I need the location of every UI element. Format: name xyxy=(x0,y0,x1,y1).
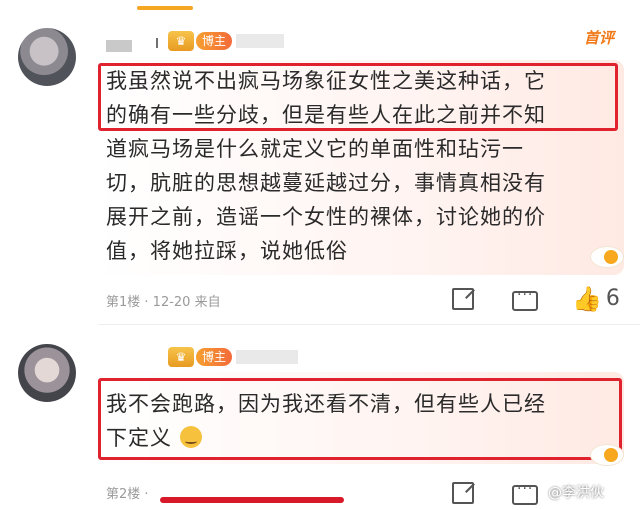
comment-line: 我不会跑路，因为我还看不清，但有些人已经 xyxy=(106,392,546,416)
watermark: @李洪伙 xyxy=(548,485,604,501)
share-icon[interactable] xyxy=(450,288,476,310)
sad-face-icon xyxy=(179,426,202,448)
reply-icon[interactable] xyxy=(512,287,538,312)
nickname-blur xyxy=(236,34,284,48)
crown-icon: ♛ xyxy=(168,31,194,51)
red-underline-mark xyxy=(160,497,344,503)
avatar[interactable] xyxy=(18,28,76,86)
like-count: 6 xyxy=(605,286,620,311)
comment-line: 下定义 xyxy=(106,426,172,450)
comment-line: 切，肮脏的思想越蔓延越过分，事情真相没有 xyxy=(106,171,546,195)
active-tab-underline xyxy=(137,6,193,10)
username-blur xyxy=(156,38,158,48)
badge-label: 博主 xyxy=(196,348,233,366)
comment-body: 我虽然说不出疯马场象征女性之美这种话，它 的确有一些分歧，但是有些人在此之前并不… xyxy=(106,64,626,268)
top-comment-label: 首评 xyxy=(583,29,614,47)
badge-label: 博主 xyxy=(196,32,233,50)
divider xyxy=(98,324,640,325)
author-badge: ♛ 博主 xyxy=(168,31,238,51)
avatar[interactable] xyxy=(18,344,76,402)
author-badge: ♛ 博主 xyxy=(168,347,238,367)
crown-icon: ♛ xyxy=(168,347,194,367)
comment-line: 展开之前，造谣一个女性的裸体，讨论她的价 xyxy=(106,205,546,229)
like-button[interactable]: 👍 6 xyxy=(572,286,620,311)
nickname-blur xyxy=(236,350,298,364)
reply-icon[interactable] xyxy=(512,481,538,506)
comment-line: 的确有一些分歧，但是有些人在此之前并不知 xyxy=(106,103,546,127)
comment-meta: 第1楼 · 12-20 来自 xyxy=(106,295,221,310)
comment-line: 道疯马场是什么就定义它的单面性和玷污一 xyxy=(106,137,524,161)
comment-line-with-emoji: 下定义 xyxy=(106,421,616,455)
username-blur xyxy=(106,40,132,52)
thumbs-up-icon: 👍 xyxy=(572,284,602,313)
fried-egg-icon xyxy=(590,246,624,268)
comment-line: 值，将她拉踩，说她低俗 xyxy=(106,239,348,263)
comment-line: 我虽然说不出疯马场象征女性之美这种话，它 xyxy=(106,69,546,93)
comment-meta: 第2楼 · xyxy=(106,487,149,502)
fried-egg-icon xyxy=(590,444,624,466)
comment-body: 我不会跑路，因为我还看不清，但有些人已经 下定义 xyxy=(106,387,616,455)
share-icon[interactable] xyxy=(450,482,476,504)
